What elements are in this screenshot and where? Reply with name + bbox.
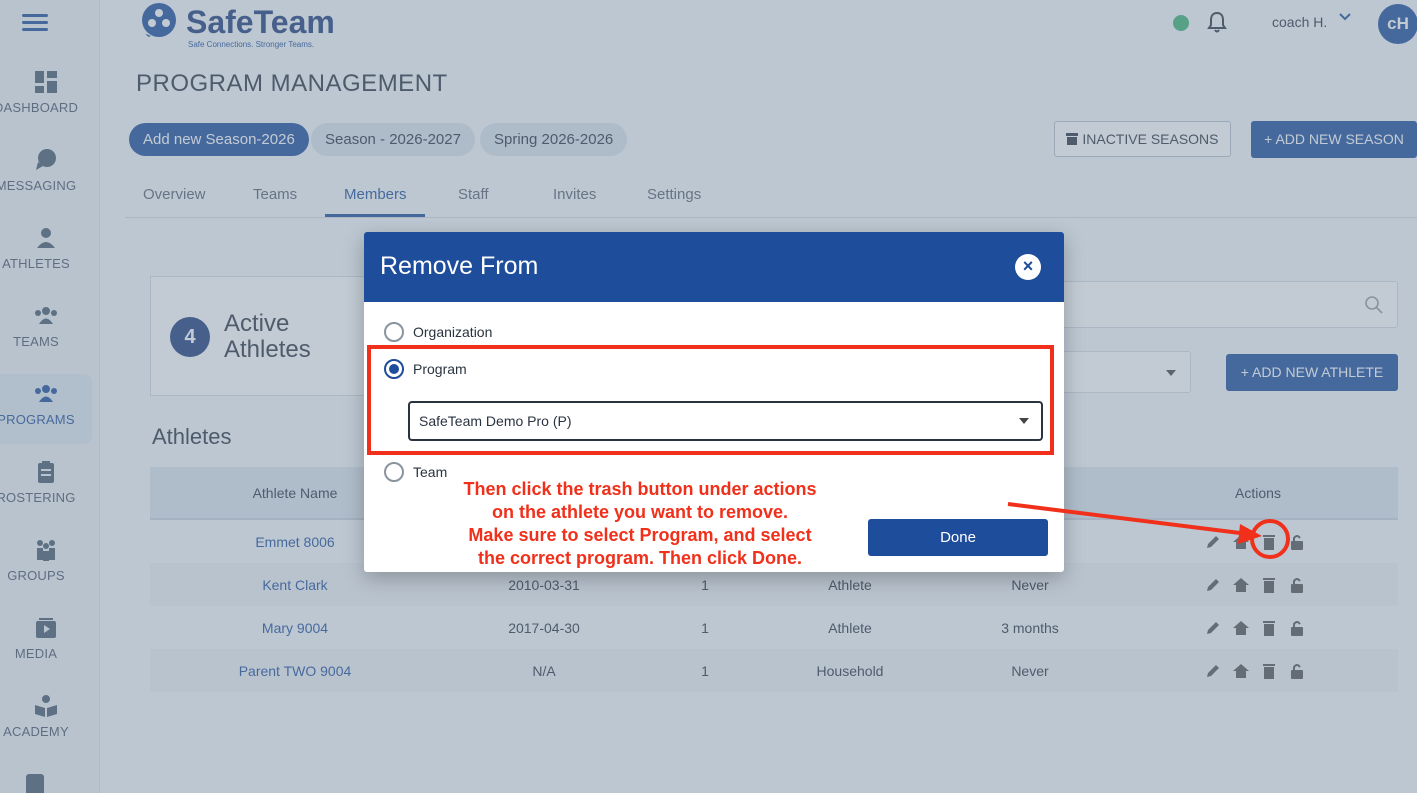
close-icon[interactable]: × (1015, 254, 1041, 280)
annotation-line: the correct program. Then click Done. (477, 548, 803, 568)
dialog-header: Remove From × (364, 232, 1064, 302)
radio-label: Organization (413, 324, 493, 340)
radio-button[interactable] (384, 462, 404, 482)
dialog-title: Remove From (380, 252, 539, 280)
radio-team[interactable]: Team (384, 462, 447, 482)
annotation-line: Then click the trash button under action… (463, 479, 817, 499)
annotation-line: on the athlete you want to remove. (491, 502, 789, 522)
annotation-instructions: Then click the trash button under action… (440, 478, 840, 570)
annotation-highlight-box (367, 345, 1054, 455)
radio-organization[interactable]: Organization (384, 322, 492, 342)
annotation-line: Make sure to select Program, and select (468, 525, 812, 545)
done-button[interactable]: Done (868, 519, 1048, 556)
radio-button[interactable] (384, 322, 404, 342)
